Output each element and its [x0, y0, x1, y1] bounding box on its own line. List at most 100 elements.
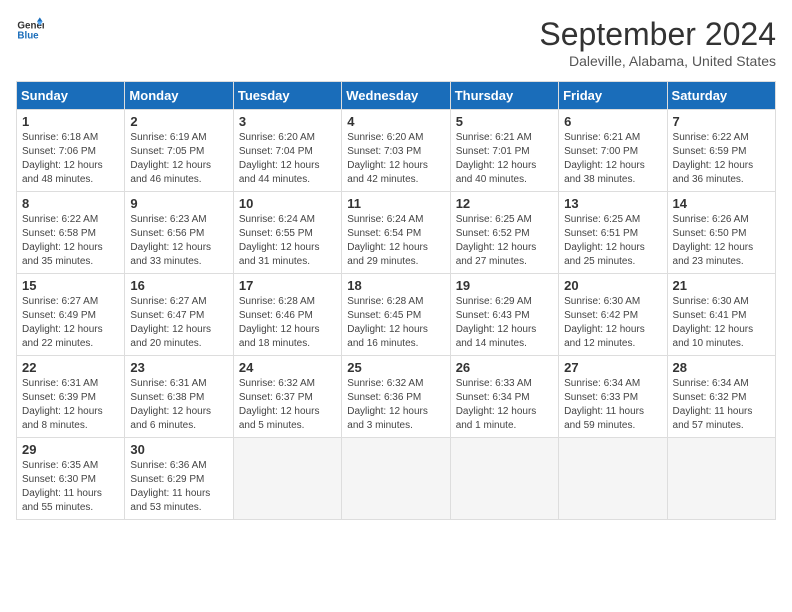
day-info: Sunrise: 6:20 AM Sunset: 7:04 PM Dayligh…	[239, 131, 336, 187]
day-info: Sunrise: 6:25 AM Sunset: 6:51 PM Dayligh…	[564, 213, 661, 269]
title-block: September 2024 Daleville, Alabama, Unite…	[539, 16, 776, 69]
day-info: Sunrise: 6:26 AM Sunset: 6:50 PM Dayligh…	[673, 213, 770, 269]
calendar-cell: 2Sunrise: 6:19 AM Sunset: 7:05 PM Daylig…	[125, 110, 233, 192]
calendar-cell: 27 Sunrise: 6:34 AM Sunset: 6:33 PM Dayli…	[559, 356, 667, 438]
day-info: Sunrise: 6:31 AM Sunset: 6:38 PM Dayligh…	[130, 377, 227, 433]
calendar-cell: 19 Sunrise: 6:29 AM Sunset: 6:43 PM Dayli…	[450, 274, 558, 356]
day-info: Sunrise: 6:27 AM Sunset: 6:47 PM Dayligh…	[130, 295, 227, 351]
day-number: 18	[347, 278, 444, 293]
calendar-cell: 23 Sunrise: 6:31 AM Sunset: 6:38 PM Dayli…	[125, 356, 233, 438]
month-title: September 2024	[539, 16, 776, 53]
day-number: 30	[130, 442, 227, 457]
calendar-cell: 24Sunrise: 6:32 AM Sunset: 6:37 PM Dayli…	[233, 356, 341, 438]
day-number: 3	[239, 114, 336, 129]
calendar-cell: 29 Sunrise: 6:35 AM Sunset: 6:30 PM Dayli…	[17, 438, 125, 520]
day-info: Sunrise: 6:34 AM Sunset: 6:33 PM Dayligh…	[564, 377, 661, 433]
calendar-cell: 20 Sunrise: 6:30 AM Sunset: 6:42 PM Dayli…	[559, 274, 667, 356]
page-header: General Blue September 2024 Daleville, A…	[16, 16, 776, 69]
calendar-cell: 4 Sunrise: 6:20 AM Sunset: 7:03 PM Daylig…	[342, 110, 450, 192]
col-saturday: Saturday	[667, 82, 775, 110]
day-number: 27	[564, 360, 661, 375]
day-number: 26	[456, 360, 553, 375]
day-number: 19	[456, 278, 553, 293]
day-number: 4	[347, 114, 444, 129]
calendar-cell: 1 Sunrise: 6:18 AM Sunset: 7:06 PM Daylig…	[17, 110, 125, 192]
col-thursday: Thursday	[450, 82, 558, 110]
calendar-cell: 12Sunrise: 6:25 AM Sunset: 6:52 PM Dayli…	[450, 192, 558, 274]
calendar-cell: 13 Sunrise: 6:25 AM Sunset: 6:51 PM Dayli…	[559, 192, 667, 274]
calendar-week-2: 8Sunrise: 6:22 AM Sunset: 6:58 PM Daylig…	[17, 192, 776, 274]
svg-text:Blue: Blue	[17, 30, 39, 41]
day-info: Sunrise: 6:35 AM Sunset: 6:30 PM Dayligh…	[22, 459, 119, 515]
day-number: 5	[456, 114, 553, 129]
day-info: Sunrise: 6:22 AM Sunset: 6:58 PM Dayligh…	[22, 213, 119, 269]
day-info: Sunrise: 6:21 AM Sunset: 7:00 PM Dayligh…	[564, 131, 661, 187]
day-number: 7	[673, 114, 770, 129]
day-info: Sunrise: 6:19 AM Sunset: 7:05 PM Dayligh…	[130, 131, 227, 187]
day-number: 28	[673, 360, 770, 375]
calendar-cell: 8Sunrise: 6:22 AM Sunset: 6:58 PM Daylig…	[17, 192, 125, 274]
day-info: Sunrise: 6:33 AM Sunset: 6:34 PM Dayligh…	[456, 377, 553, 433]
calendar-cell: 3 Sunrise: 6:20 AM Sunset: 7:04 PM Daylig…	[233, 110, 341, 192]
calendar-cell	[667, 438, 775, 520]
day-info: Sunrise: 6:24 AM Sunset: 6:55 PM Dayligh…	[239, 213, 336, 269]
calendar-cell: 5 Sunrise: 6:21 AM Sunset: 7:01 PM Daylig…	[450, 110, 558, 192]
day-info: Sunrise: 6:31 AM Sunset: 6:39 PM Dayligh…	[22, 377, 119, 433]
calendar-cell	[559, 438, 667, 520]
day-info: Sunrise: 6:32 AM Sunset: 6:36 PM Dayligh…	[347, 377, 444, 433]
calendar-cell: 6 Sunrise: 6:21 AM Sunset: 7:00 PM Daylig…	[559, 110, 667, 192]
day-number: 17	[239, 278, 336, 293]
day-number: 24	[239, 360, 336, 375]
day-info: Sunrise: 6:30 AM Sunset: 6:41 PM Dayligh…	[673, 295, 770, 351]
day-info: Sunrise: 6:28 AM Sunset: 6:45 PM Dayligh…	[347, 295, 444, 351]
calendar-cell: 26 Sunrise: 6:33 AM Sunset: 6:34 PM Dayli…	[450, 356, 558, 438]
day-number: 12	[456, 196, 553, 211]
day-info: Sunrise: 6:18 AM Sunset: 7:06 PM Dayligh…	[22, 131, 119, 187]
day-info: Sunrise: 6:21 AM Sunset: 7:01 PM Dayligh…	[456, 131, 553, 187]
day-number: 1	[22, 114, 119, 129]
calendar-cell: 10 Sunrise: 6:24 AM Sunset: 6:55 PM Dayli…	[233, 192, 341, 274]
day-number: 22	[22, 360, 119, 375]
col-monday: Monday	[125, 82, 233, 110]
calendar-cell: 17 Sunrise: 6:28 AM Sunset: 6:46 PM Dayli…	[233, 274, 341, 356]
day-number: 29	[22, 442, 119, 457]
calendar-week-5: 29 Sunrise: 6:35 AM Sunset: 6:30 PM Dayli…	[17, 438, 776, 520]
day-info: Sunrise: 6:29 AM Sunset: 6:43 PM Dayligh…	[456, 295, 553, 351]
day-number: 11	[347, 196, 444, 211]
day-number: 15	[22, 278, 119, 293]
calendar-week-4: 22 Sunrise: 6:31 AM Sunset: 6:39 PM Dayli…	[17, 356, 776, 438]
logo-icon: General Blue	[16, 16, 44, 44]
day-info: Sunrise: 6:23 AM Sunset: 6:56 PM Dayligh…	[130, 213, 227, 269]
day-number: 9	[130, 196, 227, 211]
calendar-table: Sunday Monday Tuesday Wednesday Thursday…	[16, 81, 776, 520]
day-number: 20	[564, 278, 661, 293]
day-info: Sunrise: 6:20 AM Sunset: 7:03 PM Dayligh…	[347, 131, 444, 187]
col-friday: Friday	[559, 82, 667, 110]
day-info: Sunrise: 6:36 AM Sunset: 6:29 PM Dayligh…	[130, 459, 227, 515]
day-info: Sunrise: 6:27 AM Sunset: 6:49 PM Dayligh…	[22, 295, 119, 351]
day-number: 13	[564, 196, 661, 211]
day-number: 6	[564, 114, 661, 129]
day-info: Sunrise: 6:24 AM Sunset: 6:54 PM Dayligh…	[347, 213, 444, 269]
calendar-cell	[342, 438, 450, 520]
day-number: 16	[130, 278, 227, 293]
logo: General Blue	[16, 16, 44, 44]
location: Daleville, Alabama, United States	[539, 53, 776, 69]
day-number: 14	[673, 196, 770, 211]
calendar-cell: 21 Sunrise: 6:30 AM Sunset: 6:41 PM Dayli…	[667, 274, 775, 356]
day-number: 23	[130, 360, 227, 375]
day-number: 21	[673, 278, 770, 293]
calendar-cell: 25Sunrise: 6:32 AM Sunset: 6:36 PM Dayli…	[342, 356, 450, 438]
calendar-cell: 9 Sunrise: 6:23 AM Sunset: 6:56 PM Daylig…	[125, 192, 233, 274]
day-number: 10	[239, 196, 336, 211]
calendar-week-1: 1 Sunrise: 6:18 AM Sunset: 7:06 PM Daylig…	[17, 110, 776, 192]
calendar-cell: 22 Sunrise: 6:31 AM Sunset: 6:39 PM Dayli…	[17, 356, 125, 438]
day-info: Sunrise: 6:28 AM Sunset: 6:46 PM Dayligh…	[239, 295, 336, 351]
calendar-week-3: 15 Sunrise: 6:27 AM Sunset: 6:49 PM Dayli…	[17, 274, 776, 356]
day-info: Sunrise: 6:22 AM Sunset: 6:59 PM Dayligh…	[673, 131, 770, 187]
calendar-cell: 16 Sunrise: 6:27 AM Sunset: 6:47 PM Dayli…	[125, 274, 233, 356]
header-row: Sunday Monday Tuesday Wednesday Thursday…	[17, 82, 776, 110]
day-info: Sunrise: 6:34 AM Sunset: 6:32 PM Dayligh…	[673, 377, 770, 433]
calendar-cell: 18 Sunrise: 6:28 AM Sunset: 6:45 PM Dayli…	[342, 274, 450, 356]
day-info: Sunrise: 6:30 AM Sunset: 6:42 PM Dayligh…	[564, 295, 661, 351]
